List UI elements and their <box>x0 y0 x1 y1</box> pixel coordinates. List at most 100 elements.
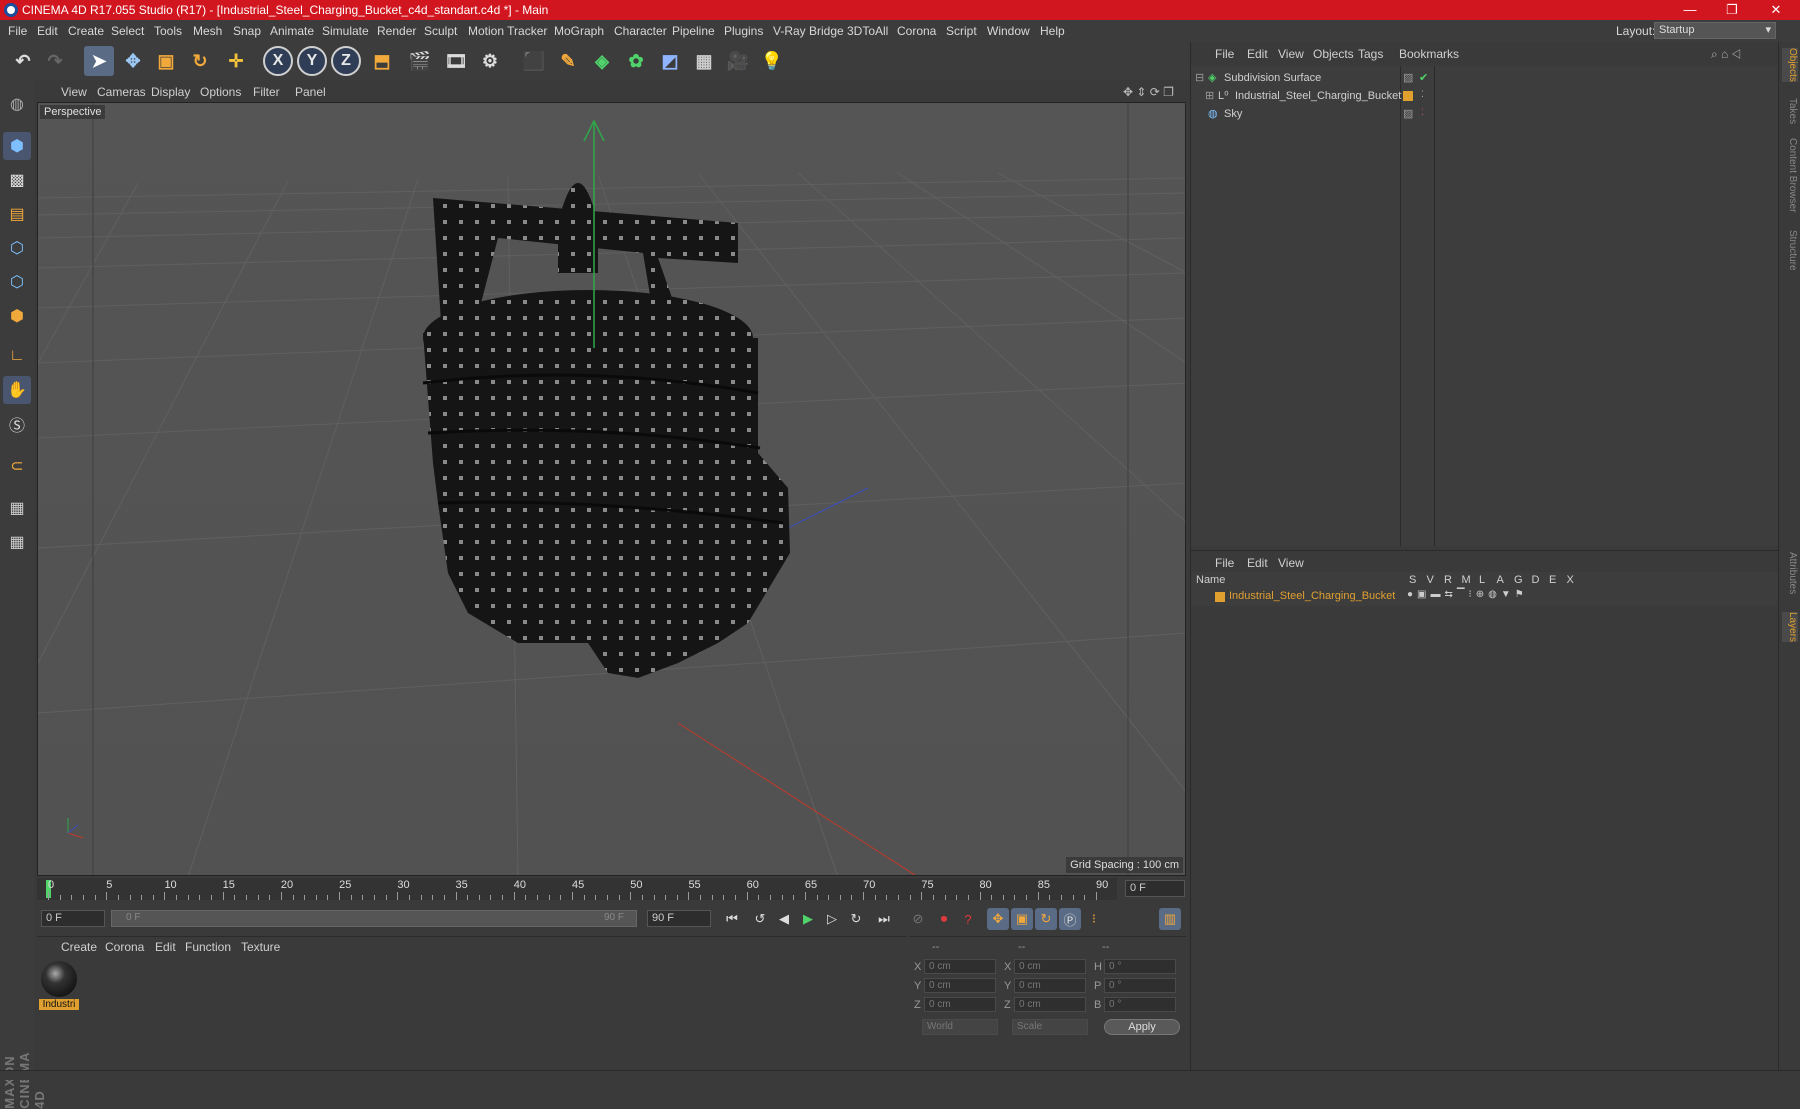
layer-column-header[interactable]: G <box>1514 574 1523 586</box>
camera-icon[interactable]: 🎥 <box>723 46 753 76</box>
go-to-previous-key-icon[interactable]: ↺ <box>749 908 771 930</box>
move-tool-icon[interactable]: ✥ <box>118 46 148 76</box>
size-y-field[interactable]: 0 cm <box>1014 978 1086 993</box>
viewport-menu-panel[interactable]: Panel <box>295 85 326 99</box>
make-editable-icon[interactable]: ◍ <box>3 90 31 118</box>
redo-icon[interactable]: ↷ <box>40 46 70 76</box>
key-parameter-icon[interactable]: Ⓟ <box>1059 908 1081 930</box>
key-pla-icon[interactable]: ⁝ <box>1083 908 1105 930</box>
tab-objects[interactable]: Objects <box>1782 48 1798 82</box>
live-select-icon[interactable]: ✛ <box>221 46 251 76</box>
tab-structure[interactable]: Structure <box>1782 230 1798 271</box>
menu-tools[interactable]: Tools <box>154 24 182 38</box>
pen-spline-icon[interactable]: ✎ <box>553 46 583 76</box>
expand-icon[interactable]: ⊞ <box>1205 89 1214 102</box>
menu-select[interactable]: Select <box>111 24 144 38</box>
render-settings-icon[interactable]: ⚙ <box>475 46 505 76</box>
menu-vray-bridge[interactable]: V-Ray Bridge <box>773 24 844 38</box>
layer-column-header[interactable]: X <box>1567 574 1574 586</box>
menu-character[interactable]: Character <box>614 24 667 38</box>
size-z-field[interactable]: 0 cm <box>1014 997 1086 1012</box>
coordinate-system-icon[interactable]: ⬒ <box>367 46 397 76</box>
viewport-nav-icons[interactable]: ✥ ⇕ ⟳ ❐ <box>1123 85 1174 99</box>
snap-icon[interactable]: Ⓢ <box>3 410 31 438</box>
autokey-icon[interactable]: ⊘ <box>907 908 929 930</box>
menu-pipeline[interactable]: Pipeline <box>672 24 715 38</box>
position-z-field[interactable]: 0 cm <box>924 997 996 1012</box>
material-menu-create[interactable]: Create <box>61 940 97 954</box>
layer-color-swatch[interactable] <box>1215 592 1225 602</box>
size-x-field[interactable]: 0 cm <box>1014 959 1086 974</box>
material-swatch[interactable]: Industri <box>39 961 79 1013</box>
key-rotation-icon[interactable]: ↻ <box>1035 908 1057 930</box>
model-mode-icon[interactable]: ⬢ <box>3 132 31 160</box>
timeline-window-icon[interactable]: ▥ <box>1159 908 1181 930</box>
layer-column-header[interactable]: A <box>1497 574 1504 586</box>
objects-menu-file[interactable]: File <box>1215 47 1234 61</box>
layers-menu-file[interactable]: File <box>1215 556 1234 570</box>
layer-column-header[interactable]: L <box>1479 574 1485 586</box>
menu-sculpt[interactable]: Sculpt <box>424 24 457 38</box>
menu-mesh[interactable]: Mesh <box>193 24 222 38</box>
timeline-ruler[interactable]: 0 5 10 15 20 25 30 35 40 45 50 55 60 65 70 75 80 85 90 0 F <box>37 878 1186 900</box>
menu-create[interactable]: Create <box>68 24 104 38</box>
menu-corona[interactable]: Corona <box>897 24 936 38</box>
go-to-next-key-icon[interactable]: ↻ <box>845 908 867 930</box>
undo-icon[interactable]: ↶ <box>8 46 38 76</box>
collapse-icon[interactable]: ⊟ <box>1195 71 1204 84</box>
enabled-check-icon[interactable]: ✔ <box>1419 71 1428 84</box>
current-frame-field[interactable]: 0 F <box>1125 880 1185 897</box>
menu-plugins[interactable]: Plugins <box>724 24 763 38</box>
z-axis-lock[interactable]: Z <box>331 46 361 76</box>
menu-window[interactable]: Window <box>987 24 1030 38</box>
position-x-field[interactable]: 0 cm <box>924 959 996 974</box>
objects-menu-edit[interactable]: Edit <box>1247 47 1268 61</box>
axis-mode-icon[interactable]: ∟ <box>3 342 31 370</box>
rotate-tool-icon[interactable]: ↻ <box>185 46 215 76</box>
cloner-icon[interactable]: ✿ <box>621 46 651 76</box>
menu-mograph[interactable]: MoGraph <box>554 24 604 38</box>
menu-motion-tracker[interactable]: Motion Tracker <box>468 24 547 38</box>
objects-menu-objects[interactable]: Objects <box>1313 47 1354 61</box>
tab-takes[interactable]: Takes <box>1782 98 1798 124</box>
material-menu-corona[interactable]: Corona <box>105 940 144 954</box>
polygons-mode-icon[interactable]: ⬢ <box>3 302 31 330</box>
key-position-icon[interactable]: ✥ <box>987 908 1009 930</box>
size-mode-dropdown[interactable]: Scale <box>1012 1019 1088 1035</box>
layer-column-header[interactable]: D <box>1532 574 1540 586</box>
viewport-menu-display[interactable]: Display <box>151 85 190 99</box>
menu-edit[interactable]: Edit <box>37 24 58 38</box>
tab-layers[interactable]: Layers <box>1782 612 1798 643</box>
layers-menu-edit[interactable]: Edit <box>1247 556 1268 570</box>
layer-column-header[interactable]: M <box>1462 574 1471 586</box>
material-menu-texture[interactable]: Texture <box>241 940 280 954</box>
objects-menu-view[interactable]: View <box>1278 47 1304 61</box>
layer-color-swatch[interactable] <box>1403 91 1413 101</box>
autokeying-icon[interactable]: ? <box>957 908 979 930</box>
rotation-b-field[interactable]: 0 ° <box>1104 997 1176 1012</box>
render-view-icon[interactable]: 🎬 <box>405 46 435 76</box>
light-icon[interactable]: 💡 <box>757 46 787 76</box>
minimize-button[interactable]: — <box>1670 0 1710 20</box>
rotation-h-field[interactable]: 0 ° <box>1104 959 1176 974</box>
deformer-icon[interactable]: ◩ <box>655 46 685 76</box>
material-menu-function[interactable]: Function <box>185 940 231 954</box>
x-axis-lock[interactable]: X <box>263 46 293 76</box>
key-scale-icon[interactable]: ▣ <box>1011 908 1033 930</box>
close-button[interactable]: ✕ <box>1756 0 1796 20</box>
scale-tool-icon[interactable]: ▣ <box>151 46 181 76</box>
perspective-viewport[interactable]: Perspective Grid Spacing : 100 cm <box>37 102 1186 876</box>
menu-snap[interactable]: Snap <box>233 24 261 38</box>
planar-workplane-icon[interactable]: ▦ <box>3 528 31 556</box>
workplane-mode-icon[interactable]: ▤ <box>3 200 31 228</box>
object-row[interactable]: ◍ Sky ▨ ⁚ <box>1191 106 1779 124</box>
tab-content-browser[interactable]: Content Browser <box>1782 138 1798 212</box>
render-picture-viewer-icon[interactable]: 🎞 <box>441 46 471 76</box>
layers-menu-view[interactable]: View <box>1278 556 1304 570</box>
object-row[interactable]: ⊞ L⁰ Industrial_Steel_Charging_Bucket ⁚ <box>1191 88 1779 106</box>
play-icon[interactable]: ▶ <box>797 908 819 930</box>
frame-range-slider[interactable]: 0 F 90 F <box>111 910 637 927</box>
previous-frame-icon[interactable]: ◀ <box>773 908 795 930</box>
rotation-p-field[interactable]: 0 ° <box>1104 978 1176 993</box>
tab-attributes[interactable]: Attributes <box>1782 552 1798 594</box>
